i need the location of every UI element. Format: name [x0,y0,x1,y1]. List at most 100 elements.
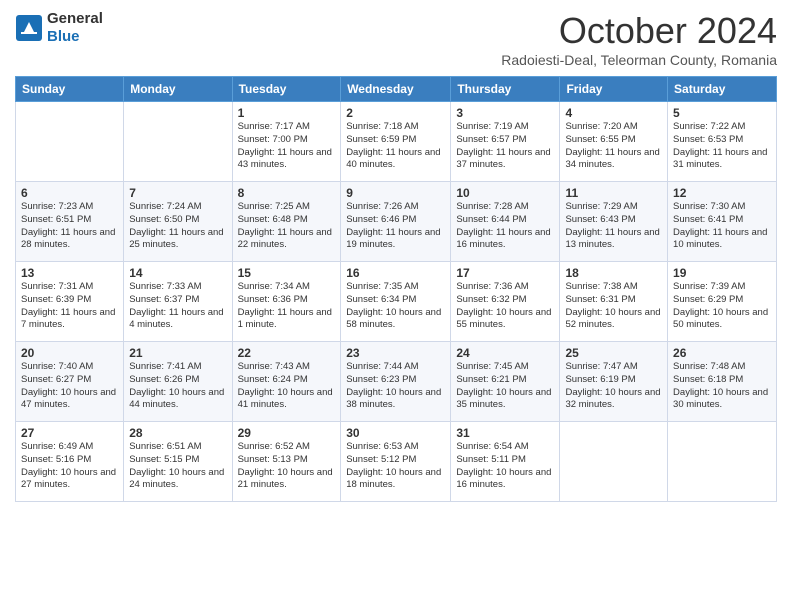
day-info: Sunrise: 7:17 AM Sunset: 7:00 PM Dayligh… [238,121,336,172]
day-number: 1 [238,106,336,120]
day-header-monday: Monday [124,77,232,102]
calendar-cell [124,102,232,182]
calendar-cell: 24Sunrise: 7:45 AM Sunset: 6:21 PM Dayli… [451,342,560,422]
calendar-cell: 31Sunrise: 6:54 AM Sunset: 5:11 PM Dayli… [451,422,560,502]
day-number: 21 [129,346,226,360]
calendar-cell: 5Sunrise: 7:22 AM Sunset: 6:53 PM Daylig… [668,102,777,182]
calendar-cell: 13Sunrise: 7:31 AM Sunset: 6:39 PM Dayli… [16,262,124,342]
week-row-2: 6Sunrise: 7:23 AM Sunset: 6:51 PM Daylig… [16,182,777,262]
day-number: 4 [565,106,662,120]
day-info: Sunrise: 7:19 AM Sunset: 6:57 PM Dayligh… [456,121,554,172]
day-header-sunday: Sunday [16,77,124,102]
calendar-cell: 25Sunrise: 7:47 AM Sunset: 6:19 PM Dayli… [560,342,668,422]
day-header-tuesday: Tuesday [232,77,341,102]
day-info: Sunrise: 7:36 AM Sunset: 6:32 PM Dayligh… [456,281,554,332]
day-info: Sunrise: 6:54 AM Sunset: 5:11 PM Dayligh… [456,441,554,492]
day-info: Sunrise: 7:48 AM Sunset: 6:18 PM Dayligh… [673,361,771,412]
day-info: Sunrise: 6:51 AM Sunset: 5:15 PM Dayligh… [129,441,226,492]
calendar-cell: 19Sunrise: 7:39 AM Sunset: 6:29 PM Dayli… [668,262,777,342]
day-number: 20 [21,346,118,360]
week-row-1: 1Sunrise: 7:17 AM Sunset: 7:00 PM Daylig… [16,102,777,182]
logo-icon [15,14,43,42]
day-number: 3 [456,106,554,120]
calendar-cell: 9Sunrise: 7:26 AM Sunset: 6:46 PM Daylig… [341,182,451,262]
day-info: Sunrise: 7:47 AM Sunset: 6:19 PM Dayligh… [565,361,662,412]
day-info: Sunrise: 6:52 AM Sunset: 5:13 PM Dayligh… [238,441,336,492]
day-number: 19 [673,266,771,280]
day-number: 12 [673,186,771,200]
week-row-4: 20Sunrise: 7:40 AM Sunset: 6:27 PM Dayli… [16,342,777,422]
logo-text: General Blue [47,10,103,46]
logo-general: General [47,10,103,27]
day-number: 25 [565,346,662,360]
day-info: Sunrise: 6:53 AM Sunset: 5:12 PM Dayligh… [346,441,445,492]
calendar-cell [16,102,124,182]
day-info: Sunrise: 7:39 AM Sunset: 6:29 PM Dayligh… [673,281,771,332]
calendar-cell: 10Sunrise: 7:28 AM Sunset: 6:44 PM Dayli… [451,182,560,262]
day-info: Sunrise: 7:18 AM Sunset: 6:59 PM Dayligh… [346,121,445,172]
calendar-cell: 14Sunrise: 7:33 AM Sunset: 6:37 PM Dayli… [124,262,232,342]
calendar-cell: 11Sunrise: 7:29 AM Sunset: 6:43 PM Dayli… [560,182,668,262]
calendar-cell: 18Sunrise: 7:38 AM Sunset: 6:31 PM Dayli… [560,262,668,342]
day-info: Sunrise: 7:28 AM Sunset: 6:44 PM Dayligh… [456,201,554,252]
day-info: Sunrise: 6:49 AM Sunset: 5:16 PM Dayligh… [21,441,118,492]
calendar-cell: 7Sunrise: 7:24 AM Sunset: 6:50 PM Daylig… [124,182,232,262]
calendar-cell: 17Sunrise: 7:36 AM Sunset: 6:32 PM Dayli… [451,262,560,342]
day-number: 2 [346,106,445,120]
location: Radoiesti-Deal, Teleorman County, Romani… [501,52,777,68]
calendar-cell: 23Sunrise: 7:44 AM Sunset: 6:23 PM Dayli… [341,342,451,422]
day-info: Sunrise: 7:35 AM Sunset: 6:34 PM Dayligh… [346,281,445,332]
day-number: 7 [129,186,226,200]
day-number: 9 [346,186,445,200]
calendar-cell [668,422,777,502]
day-number: 11 [565,186,662,200]
day-info: Sunrise: 7:25 AM Sunset: 6:48 PM Dayligh… [238,201,336,252]
day-number: 15 [238,266,336,280]
calendar-cell: 22Sunrise: 7:43 AM Sunset: 6:24 PM Dayli… [232,342,341,422]
day-number: 17 [456,266,554,280]
day-info: Sunrise: 7:45 AM Sunset: 6:21 PM Dayligh… [456,361,554,412]
day-info: Sunrise: 7:41 AM Sunset: 6:26 PM Dayligh… [129,361,226,412]
day-info: Sunrise: 7:33 AM Sunset: 6:37 PM Dayligh… [129,281,226,332]
calendar-cell: 6Sunrise: 7:23 AM Sunset: 6:51 PM Daylig… [16,182,124,262]
day-info: Sunrise: 7:40 AM Sunset: 6:27 PM Dayligh… [21,361,118,412]
day-number: 30 [346,426,445,440]
calendar-cell: 29Sunrise: 6:52 AM Sunset: 5:13 PM Dayli… [232,422,341,502]
calendar-cell: 4Sunrise: 7:20 AM Sunset: 6:55 PM Daylig… [560,102,668,182]
title-area: October 2024 Radoiesti-Deal, Teleorman C… [501,10,777,68]
day-number: 18 [565,266,662,280]
day-header-friday: Friday [560,77,668,102]
calendar-cell: 1Sunrise: 7:17 AM Sunset: 7:00 PM Daylig… [232,102,341,182]
calendar-cell: 15Sunrise: 7:34 AM Sunset: 6:36 PM Dayli… [232,262,341,342]
day-number: 10 [456,186,554,200]
calendar-cell: 16Sunrise: 7:35 AM Sunset: 6:34 PM Dayli… [341,262,451,342]
day-number: 23 [346,346,445,360]
day-number: 27 [21,426,118,440]
calendar-header-row: SundayMondayTuesdayWednesdayThursdayFrid… [16,77,777,102]
day-info: Sunrise: 7:34 AM Sunset: 6:36 PM Dayligh… [238,281,336,332]
day-info: Sunrise: 7:26 AM Sunset: 6:46 PM Dayligh… [346,201,445,252]
day-info: Sunrise: 7:43 AM Sunset: 6:24 PM Dayligh… [238,361,336,412]
calendar-table: SundayMondayTuesdayWednesdayThursdayFrid… [15,76,777,502]
day-number: 31 [456,426,554,440]
week-row-3: 13Sunrise: 7:31 AM Sunset: 6:39 PM Dayli… [16,262,777,342]
day-info: Sunrise: 7:30 AM Sunset: 6:41 PM Dayligh… [673,201,771,252]
day-info: Sunrise: 7:31 AM Sunset: 6:39 PM Dayligh… [21,281,118,332]
day-number: 8 [238,186,336,200]
day-info: Sunrise: 7:38 AM Sunset: 6:31 PM Dayligh… [565,281,662,332]
day-info: Sunrise: 7:24 AM Sunset: 6:50 PM Dayligh… [129,201,226,252]
day-number: 14 [129,266,226,280]
calendar-cell: 8Sunrise: 7:25 AM Sunset: 6:48 PM Daylig… [232,182,341,262]
day-info: Sunrise: 7:20 AM Sunset: 6:55 PM Dayligh… [565,121,662,172]
day-number: 13 [21,266,118,280]
calendar-cell: 30Sunrise: 6:53 AM Sunset: 5:12 PM Dayli… [341,422,451,502]
header: General Blue October 2024 Radoiesti-Deal… [15,10,777,68]
calendar-cell [560,422,668,502]
calendar-cell: 12Sunrise: 7:30 AM Sunset: 6:41 PM Dayli… [668,182,777,262]
calendar-cell: 2Sunrise: 7:18 AM Sunset: 6:59 PM Daylig… [341,102,451,182]
day-number: 28 [129,426,226,440]
day-number: 5 [673,106,771,120]
month-title: October 2024 [501,10,777,52]
day-number: 29 [238,426,336,440]
day-header-wednesday: Wednesday [341,77,451,102]
